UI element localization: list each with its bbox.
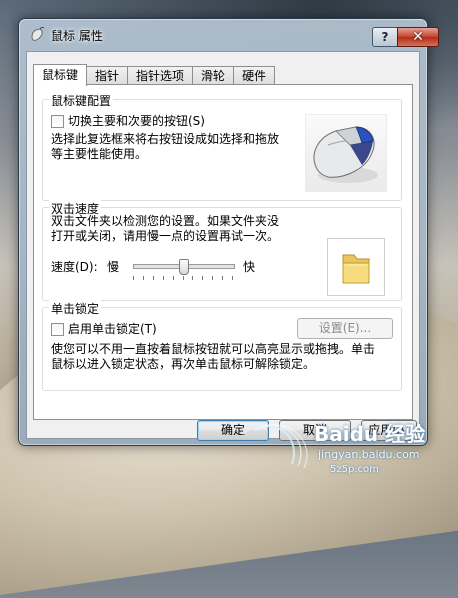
dialog-client: 鼠标键 指针 指针选项 滑轮 硬件 鼠标键配置 切换主要和次要的按钮(S) 选择…	[26, 51, 420, 441]
slider-tick	[163, 276, 164, 280]
click-lock-legend: 单击锁定	[49, 300, 102, 317]
slow-label: 慢	[107, 260, 120, 274]
slider-tick	[153, 276, 154, 280]
ok-button[interactable]: 确定	[197, 420, 269, 441]
mouse-image	[305, 114, 387, 192]
slider-tick	[212, 276, 213, 280]
click-lock-option[interactable]: 启用单击锁定(T)	[51, 320, 157, 337]
close-button[interactable]: ✕	[397, 27, 439, 47]
tab-panel: 鼠标键配置 切换主要和次要的按钮(S) 选择此复选框来将右按钮设成如选择和拖放 …	[33, 84, 413, 420]
slider-tick	[222, 276, 223, 280]
tab-strip: 鼠标键 指针 指针选项 滑轮 硬件	[33, 64, 276, 86]
click-lock-settings-button[interactable]: 设置(E)...	[297, 318, 393, 339]
mouse-properties-window: 鼠标 属性 ? ✕ 鼠标键 指针 指针选项 滑轮 硬件 鼠标键配置 切换主要和次…	[18, 18, 439, 446]
slider-tick	[232, 276, 233, 280]
help-button[interactable]: ?	[372, 27, 398, 47]
slider-ticks	[133, 276, 233, 280]
slider-tick	[192, 276, 193, 280]
button-config-legend: 鼠标键配置	[49, 92, 114, 109]
window-title: 鼠标 属性	[51, 29, 103, 43]
click-lock-label: 启用单击锁定(T)	[68, 322, 157, 336]
cancel-button[interactable]: 取消	[279, 420, 351, 441]
double-click-description: 双击文件夹以检测您的设置。如果文件夹没 打开或关闭，请用慢一点的设置再试一次。	[51, 214, 279, 244]
speed-label: 速度(D):	[51, 260, 98, 274]
slider-tick	[143, 276, 144, 280]
mouse-icon	[31, 26, 45, 41]
double-click-speed-slider[interactable]	[133, 259, 235, 275]
slider-tick	[202, 276, 203, 280]
tab-buttons[interactable]: 鼠标键	[33, 64, 88, 86]
switch-buttons-label: 切换主要和次要的按钮(S)	[68, 114, 205, 128]
switch-buttons-checkbox[interactable]	[51, 115, 64, 128]
click-lock-desc-line2: 鼠标以进入锁定状态，再次单击鼠标可解除锁定。	[51, 357, 316, 371]
tab-pointers[interactable]: 指针	[86, 66, 129, 85]
mouse-illustration	[313, 126, 378, 183]
switch-buttons-option[interactable]: 切换主要和次要的按钮(S)	[51, 112, 205, 129]
fast-label: 快	[243, 260, 256, 274]
double-click-desc-line1: 双击文件夹以检测您的设置。如果文件夹没	[51, 214, 280, 228]
tab-wheel[interactable]: 滑轮	[192, 66, 235, 85]
button-config-description: 选择此复选框来将右按钮设成如选择和拖放 等主要性能使用。	[51, 132, 279, 162]
click-lock-group: 单击锁定 启用单击锁定(T) 设置(E)... 使您可以不用一直按着鼠标按钮就可…	[42, 300, 402, 391]
click-lock-desc-line1: 使您可以不用一直按着鼠标按钮就可以高亮显示或拖拽。单击	[51, 342, 376, 356]
slider-tick	[173, 276, 174, 280]
slider-tick	[133, 276, 134, 280]
title-bar[interactable]: 鼠标 属性 ? ✕	[19, 19, 439, 49]
click-lock-checkbox[interactable]	[51, 323, 64, 336]
apply-button[interactable]: 应用(A)	[361, 420, 417, 441]
tab-hardware[interactable]: 硬件	[233, 66, 276, 85]
slider-thumb[interactable]	[179, 259, 189, 275]
test-folder-area[interactable]	[327, 238, 385, 296]
click-lock-description: 使您可以不用一直按着鼠标按钮就可以高亮显示或拖拽。单击 鼠标以进入锁定状态，再次…	[51, 342, 375, 372]
slider-tick	[183, 276, 184, 280]
button-config-group: 鼠标键配置 切换主要和次要的按钮(S) 选择此复选框来将右按钮设成如选择和拖放 …	[42, 92, 402, 201]
button-config-desc-line1: 选择此复选框来将右按钮设成如选择和拖放	[51, 132, 280, 146]
double-click-group: 双击速度 双击文件夹以检测您的设置。如果文件夹没 打开或关闭，请用慢一点的设置再…	[42, 200, 402, 301]
folder-icon	[342, 254, 370, 284]
double-click-desc-line2: 打开或关闭，请用慢一点的设置再试一次。	[51, 229, 280, 243]
tab-pointer-options[interactable]: 指针选项	[127, 66, 194, 85]
button-config-desc-line2: 等主要性能使用。	[51, 147, 148, 161]
